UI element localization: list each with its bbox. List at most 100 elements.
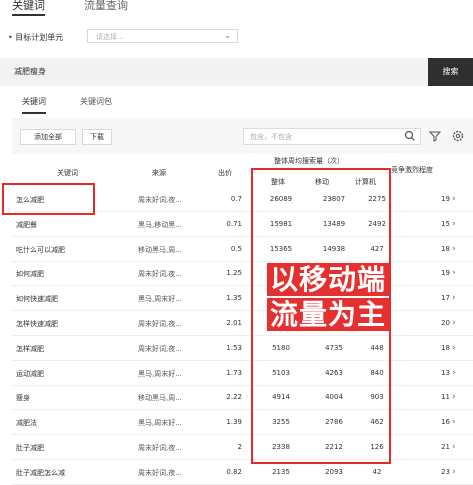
search-icon[interactable] <box>404 130 416 142</box>
highlight-box-keyword <box>2 183 95 215</box>
chevron-right-icon[interactable]: › <box>452 343 456 353</box>
chevron-right-icon[interactable]: › <box>452 194 456 204</box>
chevron-right-icon[interactable]: › <box>452 392 456 402</box>
table-row[interactable]: 如何快速减肥 黑马,周末好... 1.35 17 › <box>12 287 473 312</box>
cell-competition: 20 <box>441 319 450 327</box>
annotation-text-2: 流量为主 <box>266 298 389 331</box>
subtab-keyword-package[interactable]: 关键词包 <box>80 96 112 107</box>
cell-bid: 2.01 <box>226 319 242 327</box>
cell-keyword[interactable]: 运动减肥 <box>16 369 136 379</box>
download-button[interactable]: 下载 <box>82 129 112 145</box>
cell-keyword[interactable]: 瘦身 <box>16 393 136 403</box>
cell-competition: 21 <box>441 443 450 451</box>
chevron-right-icon[interactable]: › <box>452 293 456 303</box>
header-keyword[interactable]: 关键词 <box>57 168 78 178</box>
search-button[interactable]: 搜索 <box>428 58 473 86</box>
filter-input[interactable]: 包含，不包含 <box>243 128 421 145</box>
cell-bid: 1.73 <box>226 368 242 377</box>
cell-competition: 19 <box>441 195 450 203</box>
table-row[interactable]: 如何减肥 周末好词,夜... 1.25 19 › <box>12 262 473 287</box>
cell-competition: 15 <box>441 219 450 228</box>
target-unit-select[interactable]: 请选择... ⌄ <box>87 29 238 43</box>
funnel-icon[interactable] <box>428 129 442 143</box>
cell-keyword[interactable]: 吃什么可以减肥 <box>16 245 136 255</box>
cell-bid: 1.25 <box>226 269 242 278</box>
cell-competition: 23 <box>441 467 450 476</box>
chevron-down-icon: ⌄ <box>224 31 231 40</box>
cell-pc: 42 <box>372 467 382 476</box>
cell-source: 黑马,周末好... <box>138 295 182 304</box>
cell-bid: 1.53 <box>226 343 242 352</box>
chevron-right-icon[interactable]: › <box>452 268 456 278</box>
cell-source: 周末好词,夜... <box>138 444 182 452</box>
cell-source: 周末好词,夜... <box>138 320 182 328</box>
cell-bid: 0.71 <box>226 219 242 228</box>
target-unit-label: • 目标计划单元 <box>8 33 64 42</box>
cell-source: 移动黑马,周... <box>138 245 182 254</box>
keyword-search-input[interactable]: 减肥瘦身 <box>0 58 428 86</box>
chevron-right-icon[interactable]: › <box>452 318 456 328</box>
chevron-right-icon[interactable]: › <box>452 244 456 254</box>
header-competition[interactable]: 竞争激烈程度 <box>391 165 433 175</box>
cell-source: 周末好词,夜... <box>138 196 182 204</box>
cell-source: 周末好词,夜... <box>138 270 182 279</box>
cell-competition: 18 <box>441 244 450 253</box>
table-row[interactable]: 吃什么可以减肥 移动黑马,周... 0.5 15365 14938 427 18 › <box>12 238 473 262</box>
table-row[interactable]: 怎样减肥 周末好词,夜... 1.53 5180 4735 448 18 › <box>12 337 473 361</box>
chevron-right-icon[interactable]: › <box>452 219 456 229</box>
table-row[interactable]: 肚子减肥 周末好词,夜... 2 2338 2212 126 21 › <box>12 436 473 460</box>
cell-bid: 0.7 <box>230 195 242 203</box>
chevron-right-icon[interactable]: › <box>452 417 456 427</box>
subtab-keywords[interactable]: 关键词 <box>22 96 46 114</box>
table-row[interactable]: 减肥餐 黑马,移动黑... 0.71 15981 13489 2492 15 › <box>12 213 473 237</box>
table-row[interactable]: 肚子减肥怎么减 周末好词,夜... 0.82 2135 2093 42 23 › <box>12 461 473 485</box>
chevron-right-icon[interactable]: › <box>452 368 456 378</box>
cell-bid: 1.35 <box>226 294 242 303</box>
annotation-line-2: 流量为主 <box>253 293 403 333</box>
cell-source: 黑马,周末好... <box>138 419 182 428</box>
tab-traffic-query[interactable]: 流量查询 <box>84 0 128 13</box>
chevron-right-icon[interactable]: › <box>452 467 456 477</box>
cell-bid: 0.5 <box>230 244 242 253</box>
cell-keyword[interactable]: 减肥法 <box>16 418 136 428</box>
cell-competition: 11 <box>441 393 450 402</box>
cell-bid: 1.39 <box>226 418 242 427</box>
cell-competition: 16 <box>441 418 450 427</box>
cell-keyword[interactable]: 减肥餐 <box>16 220 136 230</box>
table-row[interactable]: 减肥法 黑马,周末好... 1.39 3255 2786 462 16 › <box>12 411 473 436</box>
cell-keyword[interactable]: 肚子减肥 <box>16 443 136 453</box>
cell-source: 周末好词,夜... <box>138 468 182 477</box>
search-input-value: 减肥瘦身 <box>14 67 46 76</box>
cell-competition: 13 <box>441 368 450 377</box>
cell-competition: 19 <box>441 269 450 278</box>
cell-bid: 2 <box>237 443 242 451</box>
header-source[interactable]: 来源 <box>152 168 166 178</box>
tab-keywords[interactable]: 关键词 <box>12 0 45 16</box>
annotation-line-1: 以移动端 <box>253 258 403 298</box>
cell-competition: 17 <box>441 294 450 303</box>
cell-keyword[interactable]: 肚子减肥怎么减 <box>16 468 136 478</box>
sub-tab-bar: 关键词 关键词包 <box>0 96 473 114</box>
chevron-right-icon[interactable]: › <box>452 442 456 452</box>
cell-source: 周末好词,夜... <box>138 344 182 353</box>
add-all-button[interactable]: 添加全部 <box>20 129 76 145</box>
cell-source: 黑马,周末好... <box>138 369 182 378</box>
header-search-volume: 整体周均搜索量（次） <box>274 157 344 165</box>
cell-source: 移动黑马,周... <box>138 394 182 403</box>
cell-bid: 2.22 <box>226 393 242 402</box>
table-row[interactable]: 运动减肥 黑马,周末好... 1.73 5103 4263 840 13 › <box>12 362 473 386</box>
cell-keyword[interactable]: 怎样快速减肥 <box>16 319 136 329</box>
gear-icon[interactable] <box>451 129 465 143</box>
top-tab-bar: 关键词 流量查询 <box>0 0 473 16</box>
cell-keyword[interactable]: 如何快速减肥 <box>16 294 136 304</box>
header-bid[interactable]: 出价 <box>218 168 232 178</box>
cell-source: 黑马,移动黑... <box>138 220 182 229</box>
target-unit-placeholder: 请选择... <box>96 33 124 41</box>
table-row[interactable]: 瘦身 移动黑马,周... 2.22 4914 4004 903 11 › <box>12 386 473 411</box>
cell-bid: 0.82 <box>226 467 242 476</box>
cell-keyword[interactable]: 如何减肥 <box>16 269 136 279</box>
table-row[interactable]: 怎样快速减肥 周末好词,夜... 2.01 20 › <box>12 312 473 336</box>
cell-competition: 18 <box>441 343 450 352</box>
cell-keyword[interactable]: 怎样减肥 <box>16 344 136 354</box>
target-unit-row: • 目标计划单元 请选择... ⌄ <box>8 29 308 45</box>
